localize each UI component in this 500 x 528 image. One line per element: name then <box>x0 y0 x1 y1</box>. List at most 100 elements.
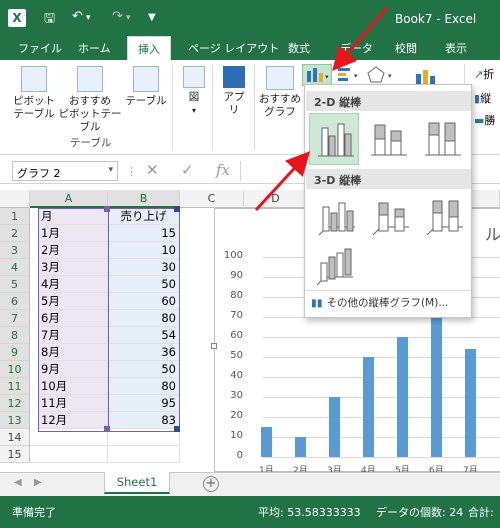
table-button[interactable]: テーブル <box>124 66 168 108</box>
insert-function-icon[interactable]: fx <box>216 161 230 179</box>
row-header[interactable]: 9 <box>0 344 30 361</box>
row-header[interactable]: 3 <box>0 242 30 259</box>
range-handle[interactable] <box>104 426 110 432</box>
3d-column-option[interactable] <box>309 241 359 293</box>
column-header-b[interactable]: B <box>108 190 180 208</box>
pivot-table-button[interactable]: ピボット テーブル <box>10 66 58 121</box>
month-cell[interactable]: 4月 <box>38 276 108 293</box>
chart-bar[interactable] <box>261 427 272 457</box>
sales-cell[interactable]: 10 <box>108 242 180 259</box>
sparkline-column-button[interactable]: ▮縦 <box>474 90 491 106</box>
month-cell[interactable]: 5月 <box>38 293 108 310</box>
sales-cell[interactable]: 50 <box>108 361 180 378</box>
customize-quick-access-icon[interactable]: ▼ <box>148 12 156 23</box>
tab-formulas[interactable]: 数式 <box>288 40 310 56</box>
tab-view[interactable]: 表示 <box>445 40 467 56</box>
add-sheet-icon[interactable]: + <box>203 476 219 492</box>
sparkline-line-button[interactable]: ↗折 <box>474 66 494 82</box>
chart-bar[interactable] <box>397 337 408 457</box>
sales-cell[interactable]: 36 <box>108 344 180 361</box>
sparkline-winloss-button[interactable]: ▬勝 <box>474 112 495 128</box>
enter-icon[interactable]: ✓ <box>181 161 194 179</box>
stacked-column-option[interactable] <box>363 113 413 165</box>
chart-bar[interactable] <box>295 437 306 457</box>
recommended-charts-button[interactable]: おすすめ グラフ <box>258 66 302 119</box>
chart-bar[interactable] <box>329 397 340 457</box>
tab-review[interactable]: 校閲 <box>395 40 417 56</box>
sales-cell[interactable]: 15 <box>108 225 180 242</box>
month-cell[interactable]: 11月 <box>38 395 108 412</box>
3d-clustered-column-option[interactable] <box>309 191 359 243</box>
sales-cell[interactable]: 50 <box>108 276 180 293</box>
header-cell-sales[interactable]: 売り上げ <box>108 208 180 225</box>
sales-cell[interactable]: 80 <box>108 310 180 327</box>
range-handle[interactable] <box>174 206 180 212</box>
sales-cell[interactable]: 54 <box>108 327 180 344</box>
sheet-tab-sheet1[interactable]: Sheet1 <box>104 472 170 494</box>
month-cell[interactable]: 3月 <box>38 259 108 276</box>
row-header[interactable]: 2 <box>0 225 30 242</box>
row-header[interactable]: 1 <box>0 208 30 225</box>
clustered-column-option[interactable] <box>309 113 359 165</box>
3d-stacked-column-option[interactable] <box>363 191 413 243</box>
month-cell[interactable]: 10月 <box>38 378 108 395</box>
redo-icon[interactable]: ↷ <box>112 9 123 24</box>
tab-page-layout[interactable]: ページ レイアウト <box>188 40 279 56</box>
month-cell[interactable]: 1月 <box>38 225 108 242</box>
row-header[interactable]: 12 <box>0 395 30 412</box>
tab-file[interactable]: ファイル <box>18 40 62 56</box>
row-header[interactable]: 14 <box>0 429 30 446</box>
next-sheet-icon[interactable]: ▶ <box>34 477 42 488</box>
empty-cell[interactable] <box>108 429 180 446</box>
column-header-c[interactable]: C <box>180 190 244 208</box>
row-header[interactable]: 15 <box>0 446 30 463</box>
chart-title[interactable]: ル <box>485 221 500 245</box>
chart-bar[interactable] <box>431 297 442 457</box>
empty-cell[interactable] <box>30 429 108 446</box>
recommended-pivot-button[interactable]: おすすめ ピボットテーブル <box>56 66 124 134</box>
row-header[interactable]: 10 <box>0 361 30 378</box>
empty-cell[interactable] <box>108 446 180 463</box>
month-cell[interactable]: 8月 <box>38 344 108 361</box>
row-header[interactable]: 5 <box>0 276 30 293</box>
3d-stacked-100-column-option[interactable] <box>417 191 467 243</box>
tab-insert[interactable]: 挿入 <box>127 36 171 60</box>
sales-cell[interactable]: 60 <box>108 293 180 310</box>
row-header[interactable]: 13 <box>0 412 30 429</box>
fill-handle[interactable] <box>174 426 180 432</box>
chart-bar[interactable] <box>363 357 374 457</box>
row-header[interactable]: 7 <box>0 310 30 327</box>
sales-cell[interactable]: 30 <box>108 259 180 276</box>
cancel-icon[interactable]: ✕ <box>146 161 159 179</box>
month-cell[interactable]: 9月 <box>38 361 108 378</box>
row-header[interactable]: 11 <box>0 378 30 395</box>
month-cell[interactable]: 2月 <box>38 242 108 259</box>
month-cell[interactable]: 12月 <box>38 412 108 429</box>
undo-dropdown-icon[interactable]: ▾ <box>86 13 91 23</box>
prev-sheet-icon[interactable]: ◀ <box>14 477 22 488</box>
undo-icon[interactable]: ↶ <box>72 9 83 24</box>
column-header-d[interactable]: D <box>244 190 308 208</box>
row-header[interactable]: 8 <box>0 327 30 344</box>
tab-data[interactable]: データ <box>340 40 373 56</box>
column-chart-button[interactable]: ▾ <box>302 64 332 86</box>
apps-button[interactable]: アプ リ <box>218 66 250 117</box>
sales-cell[interactable]: 95 <box>108 395 180 412</box>
save-icon[interactable]: 🖫 <box>44 9 55 31</box>
name-box[interactable]: グラフ 2 ▾ <box>12 161 118 181</box>
row-header[interactable]: 4 <box>0 259 30 276</box>
illustrations-button[interactable]: 図 ▾ <box>180 66 208 117</box>
sales-cell[interactable]: 83 <box>108 412 180 429</box>
column-header-a[interactable]: A <box>30 190 108 208</box>
more-column-charts-item[interactable]: ▮▮ その他の縦棒グラフ(M)... <box>311 295 448 310</box>
name-box-dropdown-icon[interactable]: ▾ <box>108 165 113 175</box>
empty-cell[interactable] <box>30 446 108 463</box>
row-header[interactable]: 6 <box>0 293 30 310</box>
redo-dropdown-icon[interactable]: ▾ <box>126 13 131 23</box>
chart-bar[interactable] <box>465 349 476 457</box>
header-cell-month[interactable]: 月 <box>38 208 108 225</box>
sales-cell[interactable]: 80 <box>108 378 180 395</box>
range-handle[interactable] <box>104 206 110 212</box>
month-cell[interactable]: 7月 <box>38 327 108 344</box>
stacked-100-column-option[interactable] <box>417 113 467 165</box>
